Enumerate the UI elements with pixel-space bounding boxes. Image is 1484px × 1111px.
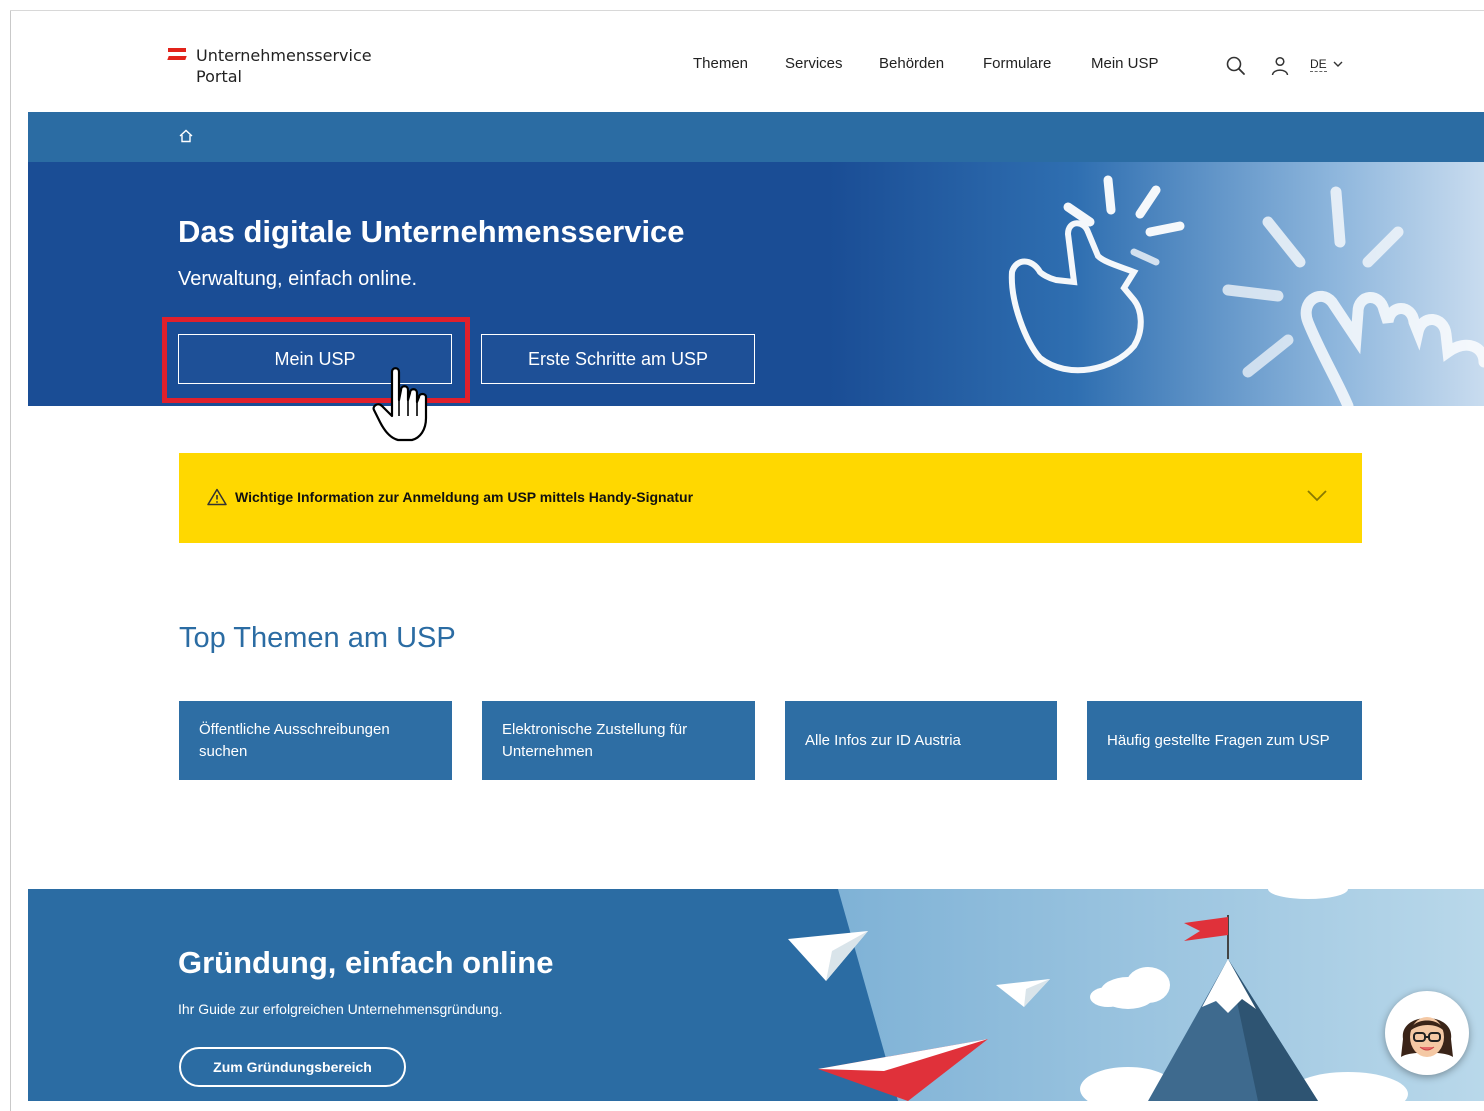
- founding-banner: Gründung, einfach online Ihr Guide zur e…: [28, 889, 1484, 1101]
- site-logo[interactable]: Unternehmensservice Portal: [167, 45, 372, 87]
- page-bottom-edge: [28, 1101, 1484, 1111]
- home-icon[interactable]: [178, 128, 194, 144]
- topics-title: Top Themen am USP: [179, 622, 456, 654]
- nav-behoerden[interactable]: Behörden: [879, 55, 944, 72]
- site-header: Unternehmensservice Portal Themen Servic…: [28, 11, 1484, 111]
- hero-illustration: [1008, 175, 1484, 406]
- chevron-down-icon[interactable]: [1306, 489, 1328, 503]
- nav-mein-usp[interactable]: Mein USP: [1091, 55, 1159, 72]
- founding-illustration: [788, 889, 1484, 1101]
- banner-subtitle: Ihr Guide zur erfolgreichen Unternehmens…: [178, 1001, 503, 1017]
- topic-tile-faq[interactable]: Häufig gestellte Fragen zum USP: [1087, 701, 1362, 780]
- banner-title: Gründung, einfach online: [178, 945, 554, 980]
- austria-flag-icon: [167, 48, 187, 62]
- window-left-edge: [10, 10, 11, 1111]
- chat-avatar-button[interactable]: [1385, 991, 1469, 1075]
- hero-subtitle: Verwaltung, einfach online.: [178, 268, 418, 290]
- notice-text: Wichtige Information zur Anmeldung am US…: [235, 489, 694, 505]
- warning-icon: [207, 488, 227, 506]
- breadcrumb: [28, 112, 1484, 162]
- hero-title: Das digitale Unternehmensservice: [178, 214, 685, 249]
- language-code: DE: [1310, 57, 1327, 72]
- nav-formulare[interactable]: Formulare: [983, 55, 1051, 72]
- search-icon[interactable]: [1225, 55, 1247, 77]
- language-switcher[interactable]: DE: [1310, 57, 1343, 72]
- topic-tile-zustellung[interactable]: Elektronische Zustellung für Unternehmen: [482, 701, 755, 780]
- topic-tile-id-austria[interactable]: Alle Infos zur ID Austria: [785, 701, 1057, 780]
- zum-gruendungsbereich-button[interactable]: Zum Gründungsbereich: [179, 1047, 406, 1087]
- chat-avatar-icon: [1401, 1017, 1453, 1057]
- nav-themen[interactable]: Themen: [693, 55, 748, 72]
- logo-text: Unternehmensservice Portal: [196, 45, 372, 87]
- nav-services[interactable]: Services: [785, 55, 843, 72]
- hand-cursor-icon: [372, 367, 428, 442]
- logo-line-1: Unternehmensservice: [196, 46, 372, 65]
- user-icon[interactable]: [1269, 55, 1291, 77]
- chevron-down-icon: [1333, 61, 1343, 67]
- logo-line-2: Portal: [196, 67, 242, 86]
- erste-schritte-button[interactable]: Erste Schritte am USP: [481, 334, 755, 384]
- notice-accordion[interactable]: Wichtige Information zur Anmeldung am US…: [179, 453, 1362, 543]
- topic-tile-ausschreibungen[interactable]: Öffentliche Ausschreibungen suchen: [179, 701, 452, 780]
